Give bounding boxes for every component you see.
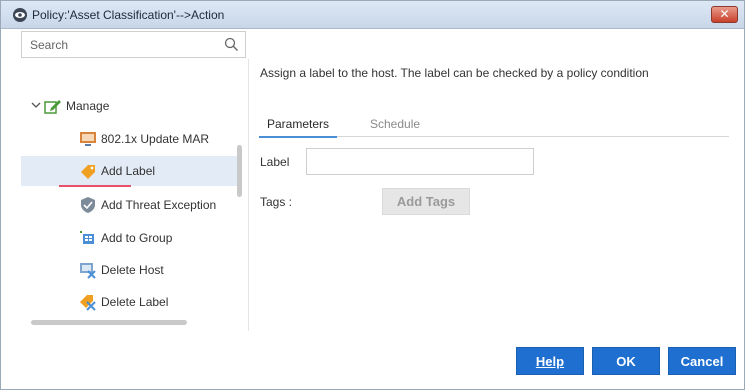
tags-field-label: Tags : <box>260 195 293 209</box>
tree-item-label: Add to Group <box>101 231 173 245</box>
tab-schedule[interactable]: Schedule <box>370 111 420 137</box>
tree-item-802-1x-update-mar[interactable]: 802.1x Update MAR <box>21 124 239 154</box>
tab-parameters[interactable]: Parameters <box>258 111 338 138</box>
search-input[interactable] <box>22 32 212 57</box>
tree-item-delete-label[interactable]: Delete Label <box>21 287 239 317</box>
window-title: Policy:'Asset Classification'-->Action <box>32 8 225 22</box>
tree-item-add-label[interactable]: Add Label <box>21 156 239 186</box>
horizontal-scrollbar[interactable] <box>31 320 187 325</box>
vertical-scrollbar[interactable] <box>237 145 242 197</box>
monitor-icon <box>80 132 96 146</box>
search-icon[interactable] <box>224 37 239 52</box>
shield-icon <box>81 197 95 213</box>
chevron-down-icon[interactable] <box>31 100 41 110</box>
selection-underline <box>59 185 131 187</box>
tab-bar: Parameters Schedule <box>258 111 729 138</box>
tree-item-add-threat-exception[interactable]: Add Threat Exception <box>21 190 239 220</box>
title-bar[interactable]: Policy:'Asset Classification'-->Action ✕ <box>1 1 744 29</box>
cancel-button[interactable]: Cancel <box>668 347 736 375</box>
pane-divider <box>248 59 249 331</box>
manage-edit-icon <box>44 100 61 114</box>
tree-item-add-to-group[interactable]: Add to Group <box>21 223 239 253</box>
tree-item-delete-host[interactable]: Delete Host <box>21 255 239 285</box>
label-field-label: Label <box>260 155 290 169</box>
add-tags-button[interactable]: Add Tags <box>382 188 470 215</box>
ok-button[interactable]: OK <box>592 347 660 375</box>
tree-item-label: Delete Host <box>101 263 164 277</box>
eye-logo-icon <box>13 8 27 22</box>
help-button[interactable]: Help <box>516 347 584 375</box>
tree-item-label: Delete Label <box>101 295 169 309</box>
tree-item-label: Add Threat Exception <box>101 198 217 212</box>
label-input[interactable] <box>306 148 534 175</box>
delete-tag-icon <box>80 295 96 311</box>
tree-group-manage[interactable]: Manage <box>21 91 239 121</box>
tree-item-label: 802.1x Update MAR <box>101 132 210 146</box>
dialog-window: Policy:'Asset Classification'-->Action ✕… <box>0 0 745 390</box>
help-button-label: Help <box>535 353 565 369</box>
tree-group-label: Manage <box>66 99 110 113</box>
close-button[interactable]: ✕ <box>711 6 738 23</box>
tag-icon <box>81 165 95 179</box>
action-description: Assign a label to the host. The label ca… <box>260 66 649 80</box>
group-icon <box>80 231 94 244</box>
search-box <box>21 31 246 58</box>
tree-item-label: Add Label <box>101 164 156 178</box>
delete-host-icon <box>80 263 96 279</box>
